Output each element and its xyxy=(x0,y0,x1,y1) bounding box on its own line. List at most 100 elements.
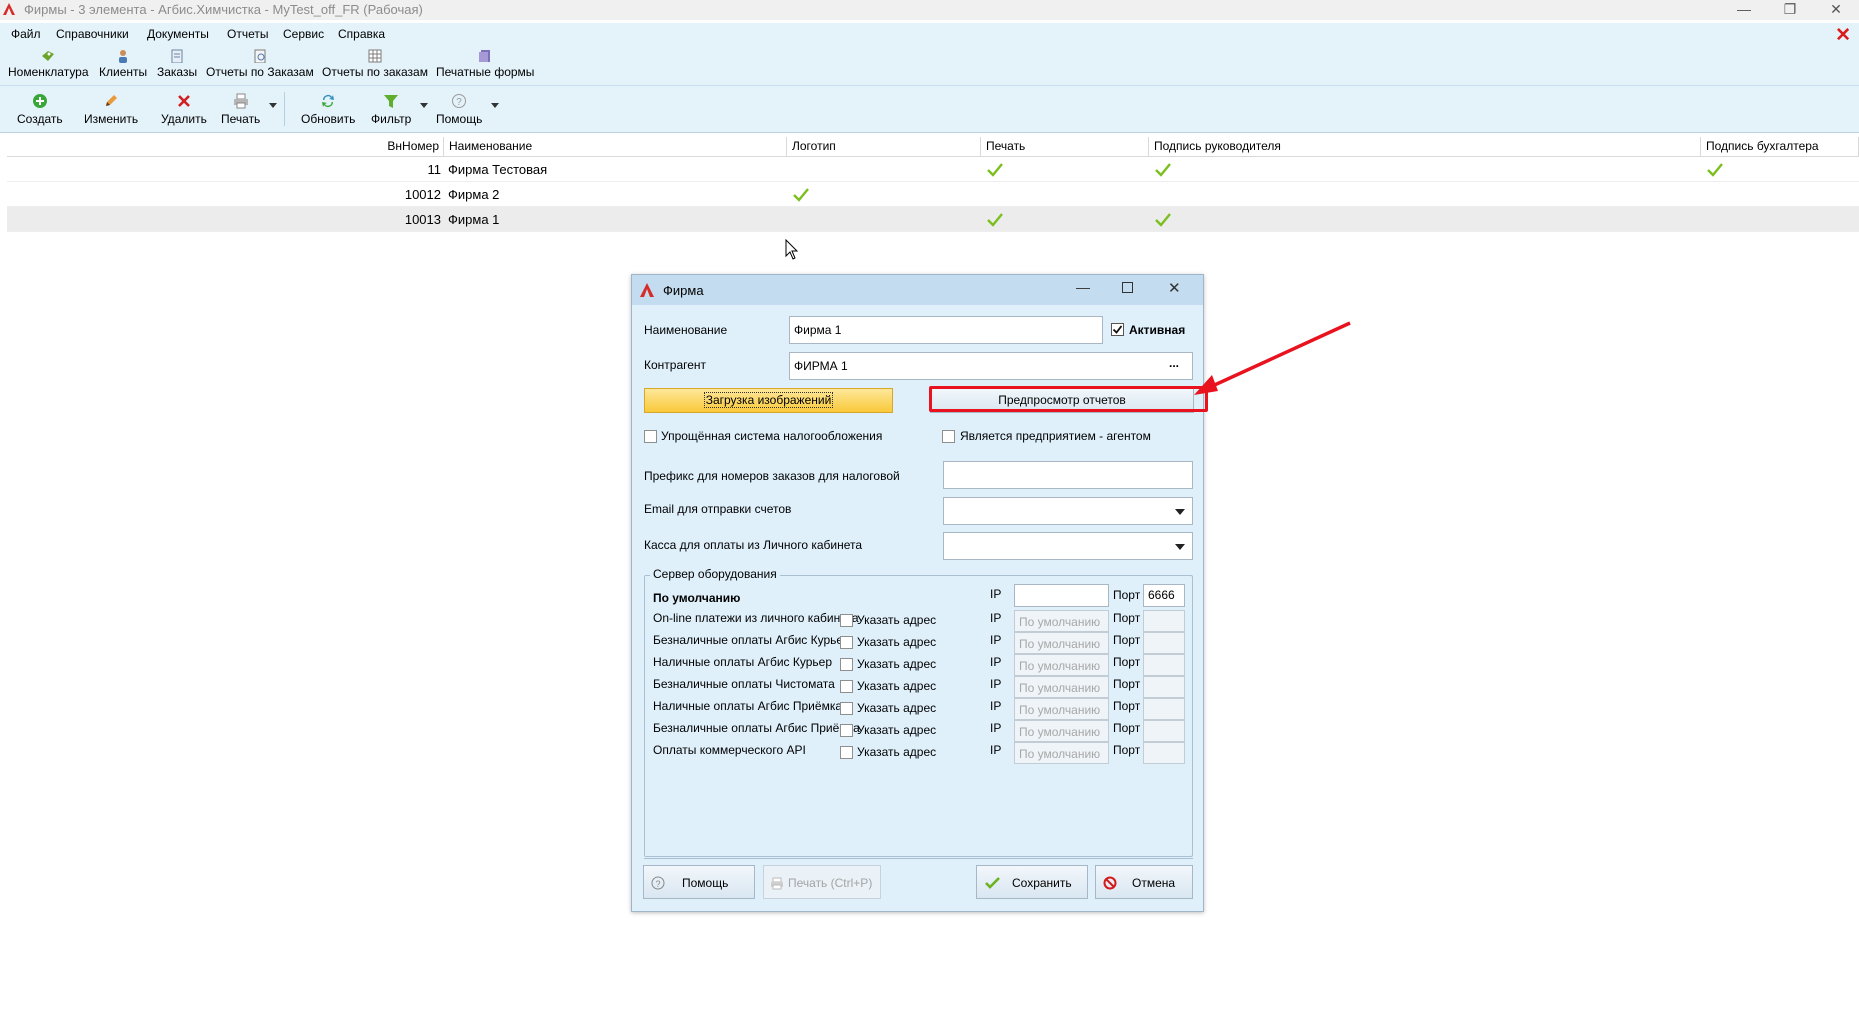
help-dropdown-arrow-icon[interactable] xyxy=(491,103,499,108)
minimize-button[interactable]: — xyxy=(1721,0,1767,20)
print-button[interactable]: Печать xyxy=(221,93,260,126)
refresh-button[interactable]: Обновить xyxy=(301,93,355,126)
default-ip-input[interactable] xyxy=(1014,584,1109,607)
menu-service[interactable]: Сервис xyxy=(283,27,324,41)
chevron-down-icon xyxy=(1175,544,1185,550)
divider xyxy=(644,858,1193,859)
menu-documents[interactable]: Документы xyxy=(147,27,209,41)
nav-clients-label: Клиенты xyxy=(99,65,148,79)
column-header-stamp[interactable]: Печать xyxy=(981,137,1149,157)
dialog-minimize-button[interactable]: — xyxy=(1076,279,1090,295)
stamp-check-icon xyxy=(987,213,1003,227)
action-toolbar: Создать Изменить Удалить Печать Обновить… xyxy=(0,86,1859,133)
ip-input-disabled[interactable]: По умолчанию xyxy=(1014,720,1109,742)
dialog-close-button[interactable]: ✕ xyxy=(1168,279,1181,297)
table-row[interactable]: 10012 Фирма 2 xyxy=(7,182,1859,207)
dialog-logo-icon xyxy=(640,283,654,297)
nav-order-reports-table-button[interactable]: Отчеты по заказам xyxy=(322,49,428,79)
cashbox-select[interactable] xyxy=(943,532,1193,560)
nav-order-reports-table-label: Отчеты по заказам xyxy=(322,65,428,79)
refresh-label: Обновить xyxy=(301,112,356,126)
nav-nomenclature-label: Номенклатура xyxy=(8,65,89,79)
ip-label: IP xyxy=(990,721,1002,735)
simplified-tax-checkbox[interactable] xyxy=(644,430,657,443)
specify-address-checkbox[interactable] xyxy=(840,746,853,759)
print-dropdown-arrow-icon[interactable] xyxy=(269,103,277,108)
accountant-sign-check-icon xyxy=(1707,163,1723,177)
ip-input-disabled[interactable]: По умолчанию xyxy=(1014,742,1109,764)
load-images-button[interactable]: Загрузка изображений xyxy=(644,388,893,413)
ip-input-disabled[interactable]: По умолчанию xyxy=(1014,632,1109,654)
specify-address-checkbox[interactable] xyxy=(840,702,853,715)
server-row-label: Безналичные оплаты Агбис Курьер xyxy=(653,633,850,647)
specify-address-checkbox[interactable] xyxy=(840,680,853,693)
save-button[interactable]: Сохранить xyxy=(976,865,1088,899)
port-input-disabled[interactable] xyxy=(1143,742,1185,764)
filter-button[interactable]: Фильтр xyxy=(371,93,411,126)
port-input-disabled[interactable] xyxy=(1143,654,1185,676)
specify-address-checkbox[interactable] xyxy=(840,636,853,649)
filter-dropdown-arrow-icon[interactable] xyxy=(420,103,428,108)
restore-button[interactable]: ❐ xyxy=(1767,0,1813,20)
port-input-disabled[interactable] xyxy=(1143,610,1185,632)
nav-clients-button[interactable]: Клиенты xyxy=(99,49,147,79)
email-label: Email для отправки счетов xyxy=(644,502,792,516)
ip-input-disabled[interactable]: По умолчанию xyxy=(1014,610,1109,632)
default-port-input[interactable]: 6666 xyxy=(1143,584,1185,607)
menu-references[interactable]: Справочники xyxy=(56,27,129,41)
app-close-icon[interactable]: ✕ xyxy=(1835,24,1851,47)
delete-button[interactable]: Удалить xyxy=(161,93,207,126)
nav-print-forms-button[interactable]: Печатные формы xyxy=(436,49,534,79)
stamp-check-icon xyxy=(987,163,1003,177)
counterparty-input[interactable]: ФИРМА 1 xyxy=(789,352,1193,380)
ip-label: IP xyxy=(990,655,1002,669)
port-input-disabled[interactable] xyxy=(1143,632,1185,654)
cancel-button[interactable]: Отмена xyxy=(1095,865,1193,899)
nav-orders-button[interactable]: Заказы xyxy=(157,49,197,79)
active-checkbox[interactable] xyxy=(1111,323,1124,336)
help-button-label: Помощь xyxy=(682,876,729,890)
svg-text:?: ? xyxy=(655,879,660,889)
column-header-name[interactable]: Наименование xyxy=(444,137,787,157)
prefix-input[interactable] xyxy=(943,461,1193,489)
counterparty-ellipsis-button[interactable]: ... xyxy=(1169,356,1179,370)
specify-address-checkbox[interactable] xyxy=(840,724,853,737)
port-input-disabled[interactable] xyxy=(1143,676,1185,698)
column-header-accountant-sign[interactable]: Подпись бухгалтера xyxy=(1701,137,1859,157)
window-close-button[interactable]: ✕ xyxy=(1813,0,1859,20)
menu-file[interactable]: Файл xyxy=(11,27,41,41)
port-input-disabled[interactable] xyxy=(1143,698,1185,720)
specify-address-checkbox[interactable] xyxy=(840,614,853,627)
menu-help[interactable]: Справка xyxy=(338,27,385,41)
table-row[interactable]: 11 Фирма Тестовая xyxy=(7,157,1859,182)
specify-address-label: Указать адрес xyxy=(857,613,937,627)
dialog-maximize-button[interactable] xyxy=(1122,282,1133,293)
create-button[interactable]: Создать xyxy=(17,93,63,126)
help-toolbar-button[interactable]: ? Помощь xyxy=(436,93,482,126)
edit-button[interactable]: Изменить xyxy=(84,93,138,126)
highlight-box xyxy=(929,386,1208,412)
column-header-logo[interactable]: Логотип xyxy=(787,137,981,157)
specify-address-checkbox[interactable] xyxy=(840,658,853,671)
dialog-title: Фирма xyxy=(663,283,704,298)
checkmark-icon xyxy=(1112,325,1123,334)
ip-input-disabled[interactable]: По умолчанию xyxy=(1014,654,1109,676)
port-label: Порт xyxy=(1113,699,1141,713)
email-select[interactable] xyxy=(943,497,1193,525)
counterparty-label: Контрагент xyxy=(644,358,707,372)
load-images-label: Загрузка изображений xyxy=(703,392,834,408)
name-input[interactable]: Фирма 1 xyxy=(789,316,1103,344)
nav-order-reports-button[interactable]: Отчеты по Заказам xyxy=(206,49,314,79)
nav-nomenclature-button[interactable]: Номенклатура xyxy=(8,49,89,79)
port-input-disabled[interactable] xyxy=(1143,720,1185,742)
column-header-id[interactable]: ВнНомер xyxy=(7,137,444,157)
ip-input-disabled[interactable]: По умолчанию xyxy=(1014,676,1109,698)
agent-checkbox[interactable] xyxy=(942,430,955,443)
column-header-director-sign[interactable]: Подпись руководителя xyxy=(1149,137,1701,157)
port-label: Порт xyxy=(1113,721,1141,735)
help-button[interactable]: ? Помощь xyxy=(643,865,755,899)
print-preview-button[interactable]: Печать (Ctrl+P) xyxy=(763,865,881,899)
table-row[interactable]: 10013 Фирма 1 xyxy=(7,207,1859,232)
ip-input-disabled[interactable]: По умолчанию xyxy=(1014,698,1109,720)
menu-reports[interactable]: Отчеты xyxy=(227,27,268,41)
